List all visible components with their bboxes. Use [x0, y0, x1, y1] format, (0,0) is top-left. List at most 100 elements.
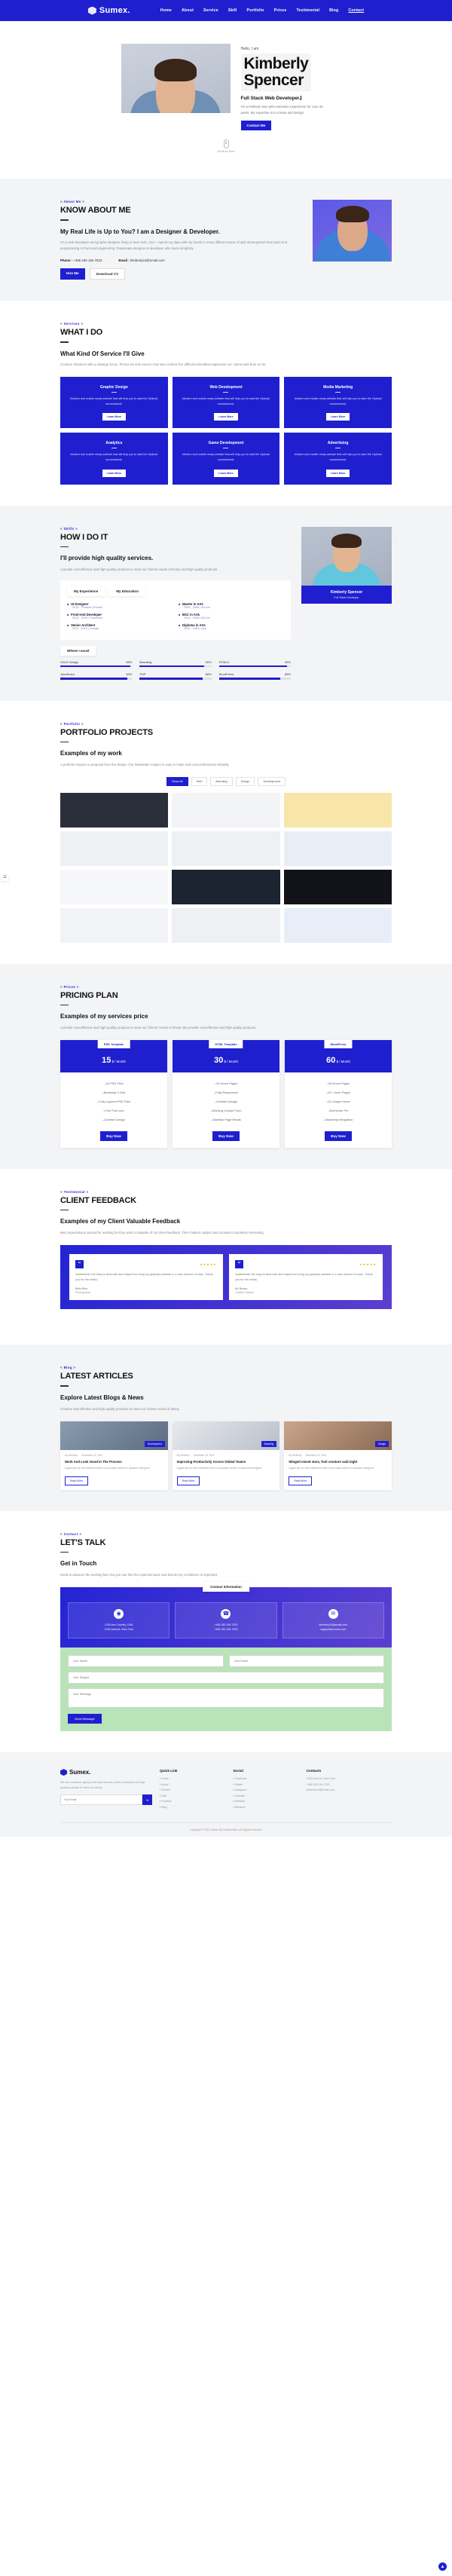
portfolio-item[interactable] — [60, 831, 169, 866]
buy-now-button[interactable]: Buy Now — [325, 1130, 352, 1141]
portfolio-item[interactable] — [283, 831, 392, 866]
nav-link-prices[interactable]: Prices — [274, 8, 287, 13]
service-learn-more-button[interactable]: Learn More — [214, 413, 238, 421]
portfolio-item[interactable] — [60, 869, 169, 904]
footer-social-dribbble[interactable]: Dribbble — [233, 1799, 298, 1805]
service-card[interactable]: Graphic Design Modern and mobile ready w… — [60, 377, 168, 429]
service-learn-more-button[interactable]: Learn More — [325, 413, 350, 421]
email-field[interactable] — [228, 1655, 384, 1668]
service-text: Modern and mobile ready website that wil… — [182, 397, 270, 405]
portfolio-filter-web[interactable]: Web — [191, 776, 208, 786]
hero-contact-button[interactable]: Contact Me — [240, 121, 272, 131]
phone-icon: ☎ — [221, 1608, 231, 1619]
download-cv-button[interactable]: Download CV — [89, 268, 126, 280]
nav-link-blog[interactable]: Blog — [329, 8, 338, 13]
service-card[interactable]: Advertising Modern and mobile ready webs… — [284, 433, 392, 485]
footer-link-blog[interactable]: Blog — [160, 1805, 225, 1811]
skills-description: I provide cost-effective and high qualit… — [60, 567, 218, 571]
scroll-indicator[interactable]: Scroll for More — [0, 139, 452, 153]
blog-category-badge: Branding — [261, 1440, 277, 1447]
footer-contact-envelope[interactable]: kimberly24@email.com — [307, 1788, 392, 1794]
side-widget-icon[interactable]: ☰ — [2, 873, 8, 881]
back-to-top-button[interactable]: ▲ — [438, 2562, 447, 2571]
footer-social-twitter[interactable]: Twitter — [233, 1782, 298, 1788]
resume-item: UI Designer 2015 - Present | Envato — [67, 602, 173, 609]
carousel-dots[interactable] — [60, 1315, 392, 1323]
skill-bar: WordPress 85% — [218, 672, 291, 680]
nav-link-about[interactable]: About — [182, 8, 194, 13]
portfolio-filter-development[interactable]: Development — [258, 776, 286, 786]
carousel-dot-active[interactable] — [223, 1319, 229, 1322]
carousel-dot[interactable] — [218, 1319, 220, 1322]
hero-section: Hello, I am Kimberly Spencer Full Stack … — [0, 21, 452, 179]
name-field[interactable] — [68, 1655, 224, 1668]
service-card[interactable]: Game Development Modern and mobile ready… — [172, 433, 280, 485]
portfolio-item[interactable] — [60, 792, 169, 828]
send-message-button[interactable]: Send Message — [68, 1714, 102, 1724]
nav-link-service[interactable]: Service — [203, 8, 218, 13]
carousel-dot[interactable] — [232, 1319, 234, 1322]
service-card[interactable]: Analytics Modern and mobile ready websit… — [60, 433, 168, 485]
service-card[interactable]: Web Development Modern and mobile ready … — [172, 377, 280, 429]
contact-info-panel: Contact Information ◉ 1200 Ave Country, … — [60, 1581, 392, 1648]
footer-contact-location-pin[interactable]: 1200 Avenue, New York — [307, 1776, 392, 1782]
footer-link-portfolio[interactable]: Portfolio — [160, 1799, 225, 1805]
portfolio-filter-branding[interactable]: Branding — [210, 776, 233, 786]
blog-read-more-button[interactable]: Read More — [65, 1476, 88, 1485]
footer-social-instagram[interactable]: Instagram — [233, 1788, 298, 1794]
service-learn-more-button[interactable]: Learn More — [102, 469, 127, 477]
tab-my-experience[interactable]: My Experience — [67, 586, 105, 596]
service-title: Web Development — [209, 385, 243, 390]
skill-bar-track — [60, 678, 133, 680]
portfolio-filter-design[interactable]: Design — [235, 776, 255, 786]
service-learn-more-button[interactable]: Learn More — [102, 413, 127, 421]
brand-logo-area[interactable]: Sumex. — [87, 6, 130, 15]
services-title: WHAT I DO — [60, 328, 103, 338]
buy-now-button[interactable]: Buy Now — [212, 1130, 240, 1141]
footer-link-home[interactable]: Home — [160, 1776, 225, 1782]
footer-contact-phone[interactable]: +465 180 184 7523 — [307, 1782, 392, 1788]
subject-field[interactable] — [68, 1672, 384, 1684]
portfolio-item[interactable] — [283, 792, 392, 828]
nav-link-home[interactable]: Home — [160, 8, 172, 13]
services-grid: Graphic Design Modern and mobile ready w… — [60, 377, 392, 485]
footer-link-skill[interactable]: Skill — [160, 1794, 225, 1800]
portfolio-item[interactable] — [172, 907, 280, 943]
newsletter-email-input[interactable] — [60, 1794, 142, 1806]
blog-card[interactable]: Development By Kimberly December 12, 2021… — [60, 1421, 168, 1490]
buy-now-button[interactable]: Buy Now — [100, 1130, 127, 1141]
service-learn-more-button[interactable]: Learn More — [325, 469, 350, 477]
nav-link-portfolio[interactable]: Portfolio — [247, 8, 264, 13]
blog-read-more-button[interactable]: Read More — [289, 1476, 313, 1485]
hire-me-button[interactable]: Hire Me — [60, 268, 85, 280]
blog-card[interactable]: Branding By Kimberly December 18, 2021 Im… — [172, 1421, 280, 1490]
message-field[interactable] — [68, 1688, 384, 1709]
footer-link-service[interactable]: Service — [160, 1788, 225, 1794]
footer-social-facebook[interactable]: Facebook — [233, 1776, 298, 1782]
nav-link-contact[interactable]: Contact — [348, 8, 364, 13]
portfolio-item[interactable] — [172, 869, 280, 904]
tab-my-education[interactable]: My Education — [109, 586, 146, 596]
footer-link-about[interactable]: About — [160, 1782, 225, 1788]
service-card[interactable]: Media Marketing Modern and mobile ready … — [284, 377, 392, 429]
portfolio-item[interactable] — [60, 907, 169, 943]
blog-card[interactable]: Design By Kimberly December 22, 2021 Wing… — [284, 1421, 392, 1490]
footer-brand[interactable]: Sumex. — [60, 1769, 152, 1776]
portfolio-item[interactable] — [283, 869, 392, 904]
nav-link-testimonial[interactable]: Testimonial — [296, 8, 319, 13]
nav-link-skill[interactable]: Skill — [228, 8, 237, 13]
portfolio-item[interactable] — [172, 831, 280, 866]
portfolio-item[interactable] — [172, 792, 280, 828]
skills-eyebrow: < Skills > — [60, 526, 78, 531]
portfolio-filter-show-all[interactable]: Show All — [166, 776, 188, 786]
footer-social-behance[interactable]: Behance — [233, 1805, 298, 1811]
service-learn-more-button[interactable]: Learn More — [214, 469, 238, 477]
blog-date: December 12, 2021 — [81, 1453, 103, 1457]
skill-bar-value: 85% — [284, 672, 291, 677]
blog-read-more-button[interactable]: Read More — [176, 1476, 200, 1485]
service-text: Modern and mobile ready website that wil… — [182, 453, 270, 462]
blog-post-desc: Digital tips for web statement that is i… — [65, 1466, 151, 1470]
newsletter-submit-button[interactable]: ➜ — [142, 1794, 153, 1806]
footer-social-linkedin[interactable]: LinkedIn — [233, 1794, 298, 1800]
portfolio-item[interactable] — [283, 907, 392, 943]
